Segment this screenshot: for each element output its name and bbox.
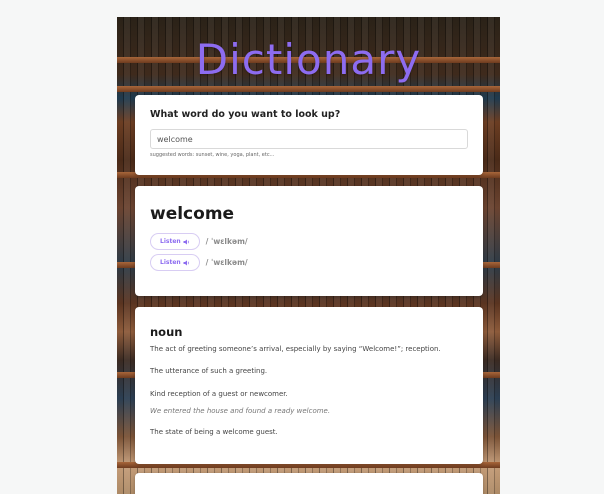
headword: welcome [150,204,235,224]
phonetic-row: Listen / ˈwɛlkəm/ [150,254,468,271]
speaker-icon [183,239,189,244]
definition: The state of being a welcome guest. [150,428,278,437]
search-card: What word do you want to look up? sugges… [135,95,483,175]
part-of-speech: noun [150,325,183,339]
listen-label: Listen [160,259,181,266]
phonetic-row: Listen / ˈwɛlkəm/ [150,233,468,250]
dictionary-app: Dictionary What word do you want to look… [117,17,500,494]
listen-button[interactable]: Listen [150,233,200,250]
definition: The act of greeting someone’s arrival, e… [150,345,441,353]
listen-label: Listen [160,238,181,245]
phonetic-text: / ˈwɛlkəm/ [205,258,248,267]
definition-example: We entered the house and found a ready w… [150,407,331,416]
next-meaning-card [135,473,483,494]
app-title: Dictionary [195,35,422,84]
listen-button[interactable]: Listen [150,254,200,271]
suggested-words: suggested words: sunset, wine, yoga, pla… [150,152,275,158]
search-question: What word do you want to look up? [150,109,341,120]
search-input[interactable] [150,129,468,149]
shelf-decoration [117,86,500,92]
phonetic-text: / ˈwɛlkəm/ [205,237,248,246]
definition: The utterance of such a greeting. [150,367,268,376]
meaning-card: noun The act of greeting someone’s arriv… [135,307,483,464]
speaker-icon [183,260,189,265]
definition: Kind reception of a guest or newcomer. [150,389,288,398]
word-card: welcome Listen / ˈwɛlkəm/ Listen / ˈwɛlk… [135,186,483,296]
